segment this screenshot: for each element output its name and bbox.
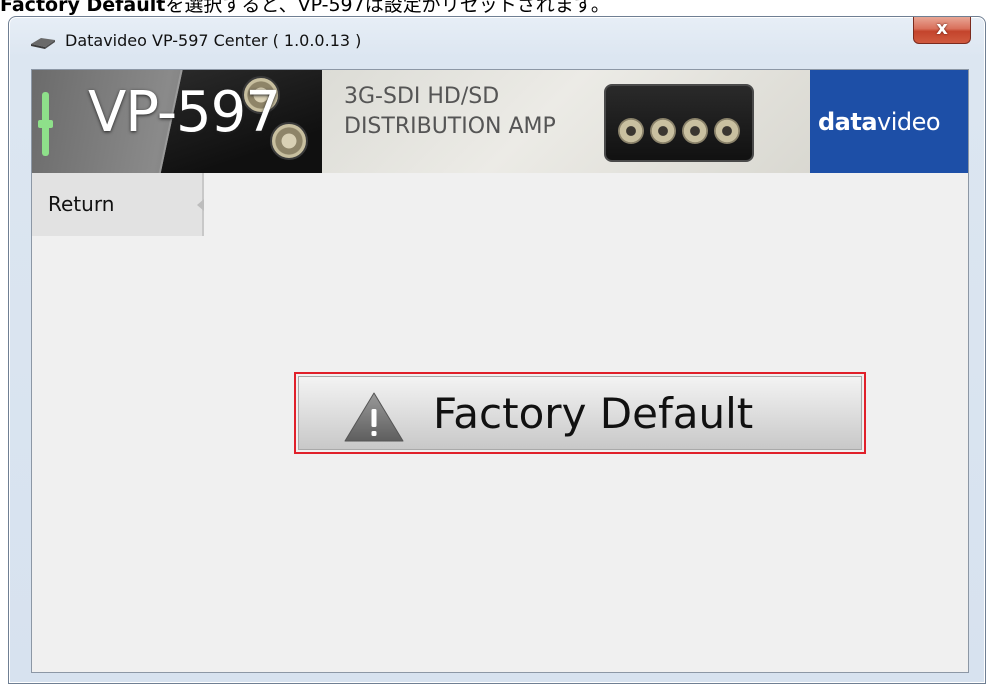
banner-description-panel: 3G-SDI HD/SD DISTRIBUTION AMP bbox=[322, 70, 810, 173]
client-area: VP-597 3G-SDI HD/SD DISTRIBUTION AMP dat… bbox=[31, 69, 969, 673]
factory-default-label: Factory Default bbox=[433, 389, 754, 438]
page-caption: Factory Defaultを選択すると、VP-597は設定がリセットされます… bbox=[0, 0, 996, 16]
banner-subtitle-line1: 3G-SDI HD/SD bbox=[344, 84, 500, 109]
title-bar[interactable]: Datavideo VP-597 Center ( 1.0.0.13 ) x bbox=[9, 17, 985, 69]
bnc-connector bbox=[618, 118, 644, 144]
sidebar: Return bbox=[32, 173, 204, 236]
bnc-connector bbox=[682, 118, 708, 144]
product-banner: VP-597 3G-SDI HD/SD DISTRIBUTION AMP dat… bbox=[32, 70, 968, 173]
caption-bold: Factory Default bbox=[0, 0, 166, 16]
brand-light: video bbox=[877, 108, 941, 136]
banner-subtitle: 3G-SDI HD/SD DISTRIBUTION AMP bbox=[344, 82, 556, 142]
factory-default-highlight: Factory Default bbox=[294, 372, 866, 454]
brand-panel: datavideo bbox=[810, 70, 968, 173]
sidebar-item-return[interactable]: Return bbox=[32, 173, 202, 236]
selection-arrow-icon bbox=[197, 199, 204, 211]
banner-model-panel: VP-597 bbox=[32, 70, 322, 173]
caption-rest: を選択すると、VP-597は設定がリセットされます。 bbox=[165, 0, 610, 16]
bnc-connector bbox=[714, 118, 740, 144]
app-window: Datavideo VP-597 Center ( 1.0.0.13 ) x V… bbox=[8, 16, 986, 684]
brand-bold: data bbox=[818, 108, 878, 136]
distribution-amp-image bbox=[604, 84, 754, 162]
banner-subtitle-line2: DISTRIBUTION AMP bbox=[344, 114, 556, 139]
warning-icon bbox=[344, 392, 404, 442]
banner-model: VP-597 bbox=[88, 80, 281, 145]
bnc-connector bbox=[650, 118, 676, 144]
window-title: Datavideo VP-597 Center ( 1.0.0.13 ) bbox=[65, 31, 362, 50]
close-button[interactable]: x bbox=[913, 17, 971, 44]
datavideo-logo: datavideo bbox=[818, 108, 941, 136]
app-device-icon bbox=[31, 38, 55, 49]
factory-default-button[interactable]: Factory Default bbox=[298, 376, 862, 450]
status-led bbox=[38, 92, 53, 156]
